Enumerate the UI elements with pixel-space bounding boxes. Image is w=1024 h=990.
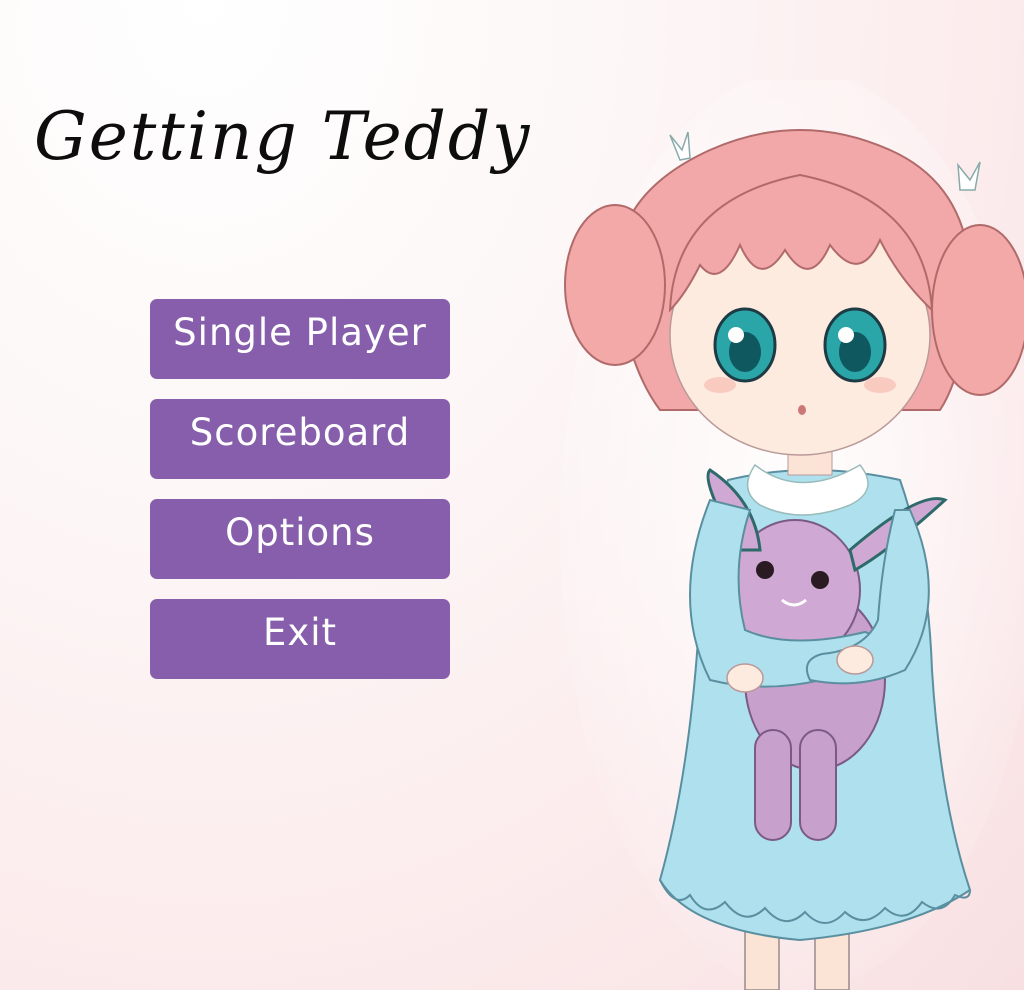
single-player-button[interactable]: Single Player (150, 299, 450, 379)
scoreboard-button[interactable]: Scoreboard (150, 399, 450, 479)
options-button[interactable]: Options (150, 499, 450, 579)
game-title: Getting Teddy (34, 98, 532, 175)
anime-girl-with-plush-illustration (560, 80, 1024, 990)
main-menu: Single Player Scoreboard Options Exit (150, 299, 450, 699)
main-menu-screen: Getting Teddy Single Player Scoreboard O… (0, 0, 1024, 990)
exit-button[interactable]: Exit (150, 599, 450, 679)
